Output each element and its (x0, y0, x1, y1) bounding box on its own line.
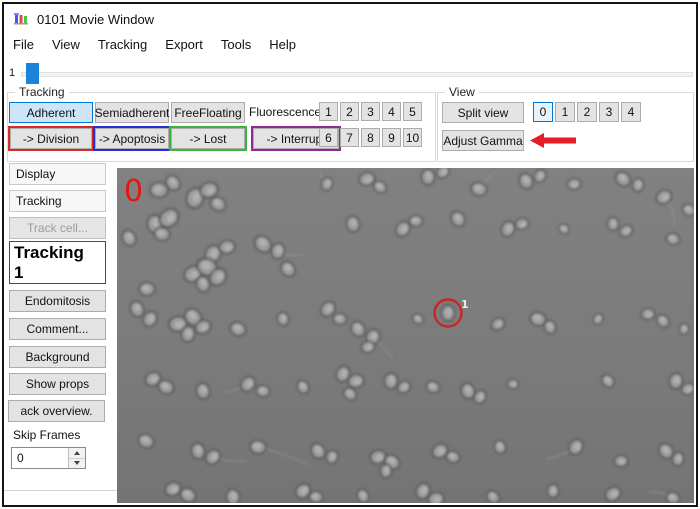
up-arrow-icon (74, 451, 80, 455)
app-icon (14, 11, 30, 27)
window-title: 0101 Movie Window (37, 12, 154, 27)
adjust-gamma-button[interactable]: Adjust Gamma (442, 130, 524, 151)
tracking-status-box: Tracking 1 (9, 241, 106, 284)
menu-bar: File View Tracking Export Tools Help (4, 35, 305, 55)
title-bar: 0101 Movie Window (14, 10, 154, 28)
division-button[interactable]: -> Division (10, 128, 92, 149)
tracked-cell-label: 1 (461, 298, 469, 311)
frame-slider: 1 (4, 60, 696, 86)
movie-window: 0101 Movie Window File View Tracking Exp… (0, 0, 700, 509)
red-arrow-shape (530, 133, 576, 148)
skip-frames-value[interactable]: 0 (12, 448, 68, 468)
view-button-1[interactable]: 1 (555, 102, 575, 122)
semiadherent-button[interactable]: Semiadherent (95, 102, 169, 123)
fluorescence-button-1[interactable]: 1 (319, 102, 338, 121)
view-button-0[interactable]: 0 (533, 102, 553, 122)
show-props-button[interactable]: Show props (9, 373, 106, 395)
view-group: View Split view 0 1 2 3 4 Adjust Gamma (437, 92, 694, 162)
skip-frames-stepper: 0 (11, 447, 86, 469)
fluorescence-label: Fluorescence: (249, 105, 324, 119)
tracking-status-line1: Tracking (14, 243, 101, 263)
fluorescence-button-8[interactable]: 8 (361, 128, 380, 147)
red-arrow-annotation-icon (530, 133, 576, 148)
apoptosis-button[interactable]: -> Apoptosis (95, 128, 169, 149)
menu-export[interactable]: Export (156, 35, 212, 55)
stepper-buttons (68, 448, 85, 468)
view-group-label: View (445, 85, 479, 99)
stepper-up-button[interactable] (69, 448, 85, 458)
tracking-group-label: Tracking (15, 85, 69, 99)
background-button[interactable]: Background (9, 346, 106, 368)
frame-slider-handle[interactable] (26, 63, 39, 84)
menu-file[interactable]: File (4, 35, 43, 55)
frame-slider-value: 1 (9, 67, 15, 79)
track-cell-button[interactable]: Track cell... (9, 217, 106, 239)
track-overview-button[interactable]: ack overview. (8, 400, 105, 422)
lost-outline: -> Lost (169, 126, 247, 151)
tab-tracking[interactable]: Tracking (9, 190, 106, 212)
fluorescence-button-5[interactable]: 5 (403, 102, 422, 121)
adherent-button[interactable]: Adherent (9, 102, 93, 123)
tracking-status-line2: 1 (14, 263, 101, 283)
frame-number-overlay: 0 (124, 174, 143, 209)
view-button-3[interactable]: 3 (599, 102, 619, 122)
apoptosis-outline: -> Apoptosis (93, 126, 171, 151)
fluorescence-button-10[interactable]: 10 (403, 128, 422, 147)
skip-frames-label: Skip Frames (13, 428, 80, 442)
freefloating-button[interactable]: FreeFloating (171, 102, 245, 123)
comment-button[interactable]: Comment... (9, 318, 106, 340)
menu-help[interactable]: Help (260, 35, 305, 55)
division-outline: -> Division (8, 126, 94, 151)
split-view-button[interactable]: Split view (442, 102, 524, 123)
down-arrow-icon (74, 461, 80, 465)
view-button-4[interactable]: 4 (621, 102, 641, 122)
view-button-2[interactable]: 2 (577, 102, 597, 122)
microscopy-image: 1 0 (117, 168, 694, 503)
lost-button[interactable]: -> Lost (171, 128, 245, 149)
tracking-group: Tracking Adherent Semiadherent FreeFloat… (7, 92, 436, 162)
frame-slider-track[interactable] (21, 72, 693, 77)
stepper-down-button[interactable] (69, 458, 85, 469)
endomitosis-button[interactable]: Endomitosis (9, 290, 106, 312)
fluorescence-button-9[interactable]: 9 (382, 128, 401, 147)
fluorescence-button-4[interactable]: 4 (382, 102, 401, 121)
movie-viewport[interactable]: 1 0 (117, 168, 694, 503)
sidebar-divider (4, 490, 117, 491)
tab-display[interactable]: Display (9, 163, 106, 185)
fluorescence-button-7[interactable]: 7 (340, 128, 359, 147)
window-frame: 0101 Movie Window File View Tracking Exp… (2, 2, 698, 507)
menu-tracking[interactable]: Tracking (89, 35, 156, 55)
menu-tools[interactable]: Tools (212, 35, 260, 55)
fluorescence-button-2[interactable]: 2 (340, 102, 359, 121)
menu-view[interactable]: View (43, 35, 89, 55)
fluorescence-button-6[interactable]: 6 (319, 128, 338, 147)
fluorescence-button-3[interactable]: 3 (361, 102, 380, 121)
